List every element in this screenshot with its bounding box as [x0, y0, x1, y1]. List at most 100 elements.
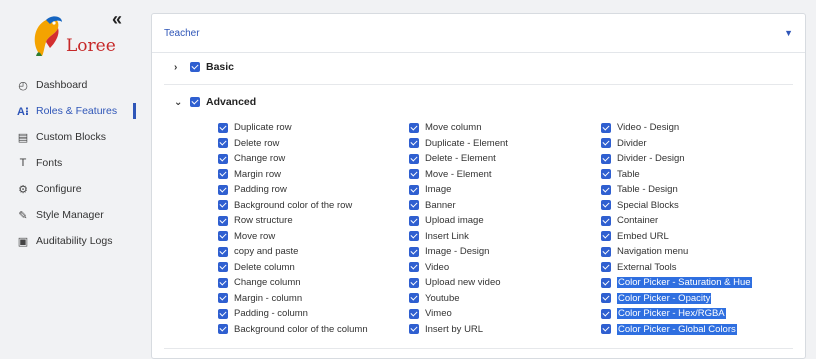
feature-item[interactable]: Video - Design [601, 120, 801, 136]
feature-item[interactable]: Move row [218, 229, 409, 245]
feature-item[interactable]: Container [601, 213, 801, 229]
feature-item[interactable]: Divider - Design [601, 151, 801, 167]
feature-item[interactable]: Padding row [218, 182, 409, 198]
checkbox[interactable] [409, 122, 419, 133]
brand-logo[interactable]: Loree [30, 12, 116, 58]
checkbox[interactable] [409, 262, 419, 273]
role-header[interactable]: Teacher ▼ [152, 14, 805, 53]
feature-item[interactable]: Margin row [218, 167, 409, 183]
checkbox[interactable] [601, 200, 611, 211]
sidebar-item-dashboard[interactable]: ◴ Dashboard [0, 72, 136, 98]
checkbox[interactable] [218, 324, 228, 335]
feature-item[interactable]: Change column [218, 275, 409, 291]
checkbox[interactable] [409, 324, 419, 335]
feature-item[interactable]: Row structure [218, 213, 409, 229]
collapse-sidebar-button[interactable]: « [112, 10, 122, 28]
feature-item[interactable]: Divider [601, 136, 801, 152]
checkbox[interactable] [601, 308, 611, 319]
checkbox[interactable] [409, 246, 419, 257]
sidebar-item-auditability-logs[interactable]: ▣ Auditability Logs [0, 228, 136, 254]
checkbox[interactable] [409, 200, 419, 211]
feature-item[interactable]: Margin - column [218, 291, 409, 307]
checkbox[interactable] [601, 231, 611, 242]
checkbox[interactable] [601, 184, 611, 195]
feature-item[interactable]: Background color of the row [218, 198, 409, 214]
feature-item[interactable]: Move - Element [409, 167, 601, 183]
checkbox[interactable] [409, 277, 419, 288]
feature-item[interactable]: Delete row [218, 136, 409, 152]
checkbox[interactable] [218, 231, 228, 242]
feature-item[interactable]: Duplicate row [218, 120, 409, 136]
checkbox[interactable] [601, 153, 611, 164]
checkbox[interactable] [190, 62, 200, 72]
caret-down-icon[interactable]: ▼ [784, 28, 793, 38]
checkbox[interactable] [409, 231, 419, 242]
sidebar-item-configure[interactable]: ⚙ Configure [0, 176, 136, 202]
feature-item[interactable]: Upload new video [409, 275, 601, 291]
feature-item[interactable]: External Tools [601, 260, 801, 276]
checkbox[interactable] [218, 215, 228, 226]
feature-item[interactable]: Insert by URL [409, 322, 601, 338]
feature-item[interactable]: Image - Design [409, 244, 601, 260]
checkbox[interactable] [409, 169, 419, 180]
feature-item[interactable]: Color Picker - Saturation & Hue [601, 275, 801, 291]
feature-item[interactable]: Background color of the column [218, 322, 409, 338]
feature-item[interactable]: Image [409, 182, 601, 198]
checkbox[interactable] [601, 277, 611, 288]
feature-item[interactable]: Padding - column [218, 306, 409, 322]
feature-item[interactable]: Table - Design [601, 182, 801, 198]
checkbox[interactable] [218, 169, 228, 180]
feature-item[interactable]: Banner [409, 198, 601, 214]
feature-item[interactable]: Change row [218, 151, 409, 167]
sidebar-item-roles-features[interactable]: A⁝ Roles & Features [0, 98, 136, 124]
checkbox[interactable] [409, 215, 419, 226]
checkbox[interactable] [601, 169, 611, 180]
feature-item[interactable]: Delete column [218, 260, 409, 276]
checkbox[interactable] [409, 308, 419, 319]
checkbox[interactable] [218, 200, 228, 211]
feature-item[interactable]: copy and paste [218, 244, 409, 260]
checkbox[interactable] [218, 293, 228, 304]
group-advanced[interactable]: ⌄ Advanced [174, 96, 256, 108]
checkbox[interactable] [601, 246, 611, 257]
feature-item[interactable]: Embed URL [601, 229, 801, 245]
checkbox[interactable] [601, 293, 611, 304]
checkbox[interactable] [218, 184, 228, 195]
checkbox[interactable] [218, 138, 228, 149]
checkbox[interactable] [218, 308, 228, 319]
feature-item[interactable]: Video [409, 260, 601, 276]
checkbox[interactable] [601, 138, 611, 149]
checkbox[interactable] [218, 277, 228, 288]
checkbox[interactable] [601, 122, 611, 133]
group-basic[interactable]: › Basic [174, 61, 234, 73]
sidebar-item-style-manager[interactable]: ✎ Style Manager [0, 202, 136, 228]
checkbox[interactable] [218, 122, 228, 133]
checkbox[interactable] [409, 184, 419, 195]
checkbox[interactable] [409, 153, 419, 164]
checkbox[interactable] [218, 246, 228, 257]
checkbox[interactable] [409, 138, 419, 149]
feature-item[interactable]: Color Picker - Hex/RGBA [601, 306, 801, 322]
sidebar-item-custom-blocks[interactable]: ▤ Custom Blocks [0, 124, 136, 150]
checkbox[interactable] [601, 324, 611, 335]
chevron-down-icon[interactable]: ⌄ [174, 97, 184, 108]
feature-item[interactable]: Move column [409, 120, 601, 136]
feature-item[interactable]: Youtube [409, 291, 601, 307]
checkbox[interactable] [218, 262, 228, 273]
feature-item[interactable]: Table [601, 167, 801, 183]
feature-item[interactable]: Duplicate - Element [409, 136, 601, 152]
feature-item[interactable]: Vimeo [409, 306, 601, 322]
feature-item[interactable]: Special Blocks [601, 198, 801, 214]
checkbox[interactable] [409, 293, 419, 304]
feature-item[interactable]: Delete - Element [409, 151, 601, 167]
checkbox[interactable] [190, 97, 200, 107]
checkbox[interactable] [601, 215, 611, 226]
checkbox[interactable] [218, 153, 228, 164]
feature-item[interactable]: Color Picker - Global Colors [601, 322, 801, 338]
checkbox[interactable] [601, 262, 611, 273]
feature-item[interactable]: Upload image [409, 213, 601, 229]
sidebar-item-fonts[interactable]: T Fonts [0, 150, 136, 176]
feature-item[interactable]: Insert Link [409, 229, 601, 245]
feature-item[interactable]: Navigation menu [601, 244, 801, 260]
feature-item[interactable]: Color Picker - Opacity [601, 291, 801, 307]
